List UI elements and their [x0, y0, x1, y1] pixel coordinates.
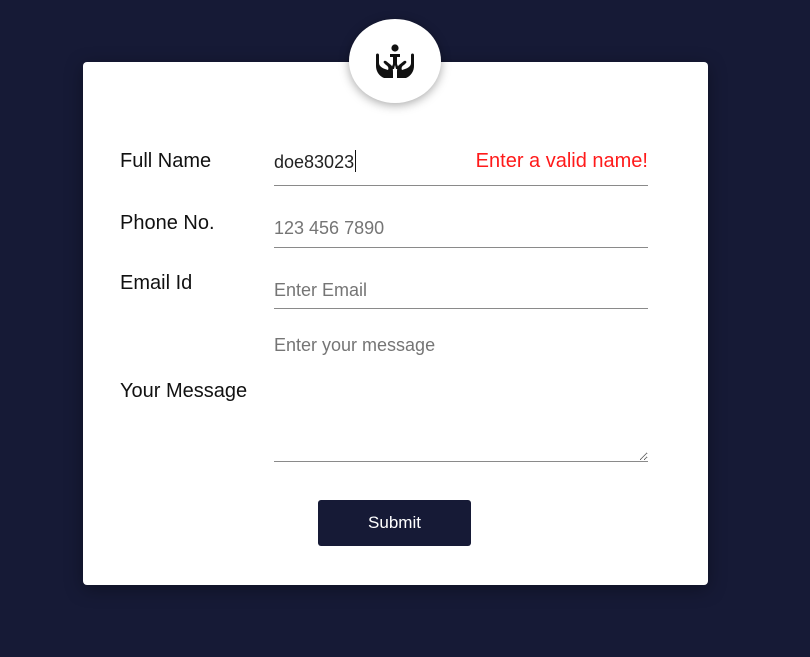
phone-label: Phone No. — [120, 212, 215, 234]
submit-button[interactable]: Submit — [318, 500, 471, 546]
message-row: Your Message — [120, 334, 648, 464]
full-name-row: Full Name doe83023 Enter a valid name! — [120, 148, 648, 188]
full-name-input[interactable]: doe83023 — [274, 150, 357, 173]
phone-input[interactable] — [274, 210, 648, 248]
email-row: Email Id — [120, 272, 648, 312]
text-caret — [355, 150, 357, 172]
hands-holding-person-icon — [376, 44, 414, 78]
full-name-underline — [274, 185, 648, 186]
full-name-value: doe83023 — [274, 152, 355, 172]
email-input[interactable] — [274, 272, 648, 309]
message-label: Your Message — [120, 380, 248, 402]
phone-row: Phone No. — [120, 210, 648, 250]
full-name-error: Enter a valid name! — [475, 150, 648, 172]
message-textarea[interactable] — [274, 334, 648, 462]
full-name-label: Full Name — [120, 150, 212, 172]
email-label: Email Id — [120, 272, 193, 294]
logo-badge — [349, 19, 441, 103]
